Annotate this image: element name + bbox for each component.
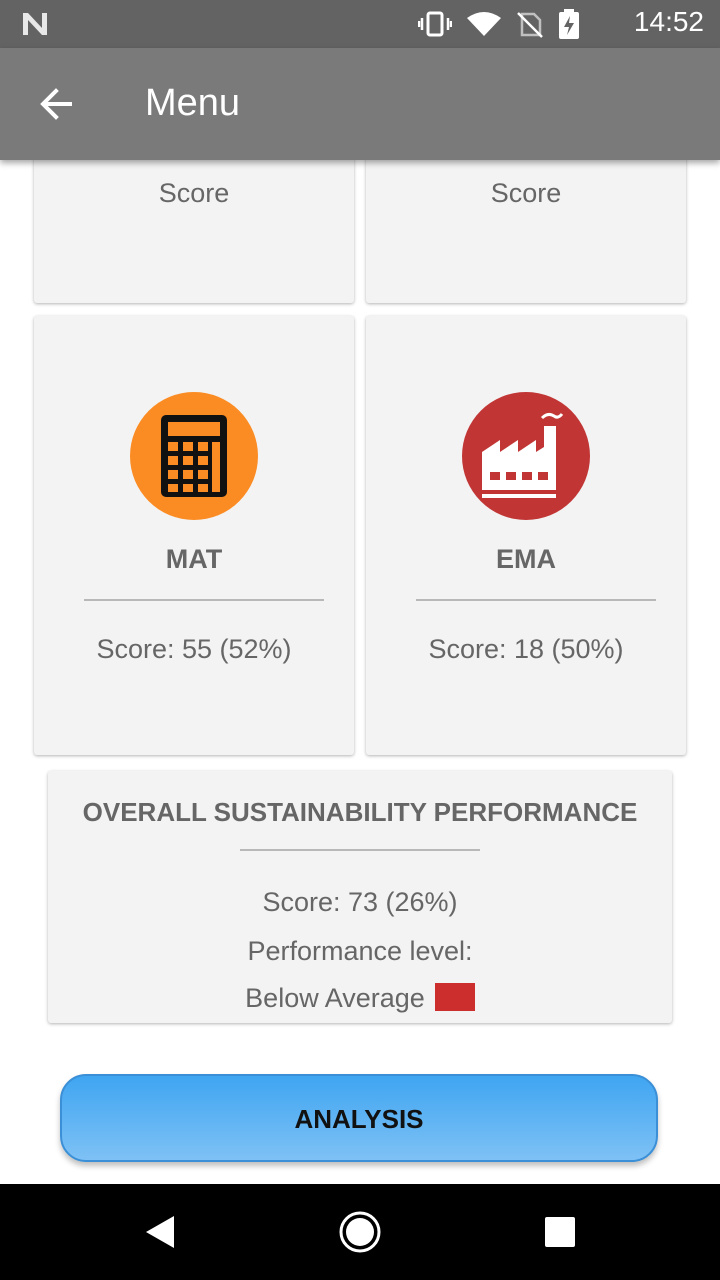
overall-performance-card: OVERALL SUSTAINABILITY PERFORMANCE Score… (48, 771, 672, 1023)
category-title: EMA (496, 544, 556, 574)
calculator-icon (161, 415, 227, 497)
battery-charging-icon (559, 9, 579, 39)
status-bar: 14:52 (0, 0, 720, 48)
mat-icon-circle (130, 392, 258, 520)
card-score-label: Score (490, 178, 562, 208)
performance-level-label: Performance level: (247, 936, 473, 966)
analysis-button[interactable]: ANALYSIS (60, 1074, 658, 1162)
divider (84, 599, 324, 601)
score-card-right[interactable]: Score (366, 150, 686, 303)
category-title: MAT (165, 544, 223, 574)
back-arrow-icon[interactable] (30, 82, 82, 126)
performance-level-row: Below Average (48, 983, 672, 1014)
category-score: Score: 18 (50%) (428, 634, 624, 664)
performance-level-value: Below Average (245, 983, 425, 1013)
mat-card[interactable]: MAT Score: 55 (52%) (34, 316, 354, 755)
wifi-icon (467, 12, 501, 36)
score-card-left[interactable]: Score (34, 150, 354, 303)
nav-recents-icon[interactable] (536, 1208, 584, 1256)
card-score-label: Score (158, 178, 230, 208)
nav-home-icon[interactable] (336, 1208, 384, 1256)
system-nav-bar (0, 1184, 720, 1280)
vibrate-icon (418, 11, 452, 37)
overall-score: Score: 73 (26%) (262, 887, 458, 917)
category-score: Score: 55 (52%) (96, 634, 292, 664)
divider (240, 849, 480, 851)
page-title: Menu (145, 82, 241, 124)
ema-card[interactable]: EMA Score: 18 (50%) (366, 316, 686, 755)
nav-back-icon[interactable] (136, 1208, 184, 1256)
app-bar: Menu (0, 48, 720, 160)
performance-level-swatch (434, 983, 475, 1011)
status-time: 14:52 (633, 6, 704, 37)
overall-title: OVERALL SUSTAINABILITY PERFORMANCE (82, 797, 638, 827)
ema-icon-circle (462, 392, 590, 520)
divider (416, 599, 656, 601)
factory-icon (482, 412, 570, 498)
n-logo-icon (23, 13, 47, 35)
no-sim-icon (517, 12, 543, 38)
